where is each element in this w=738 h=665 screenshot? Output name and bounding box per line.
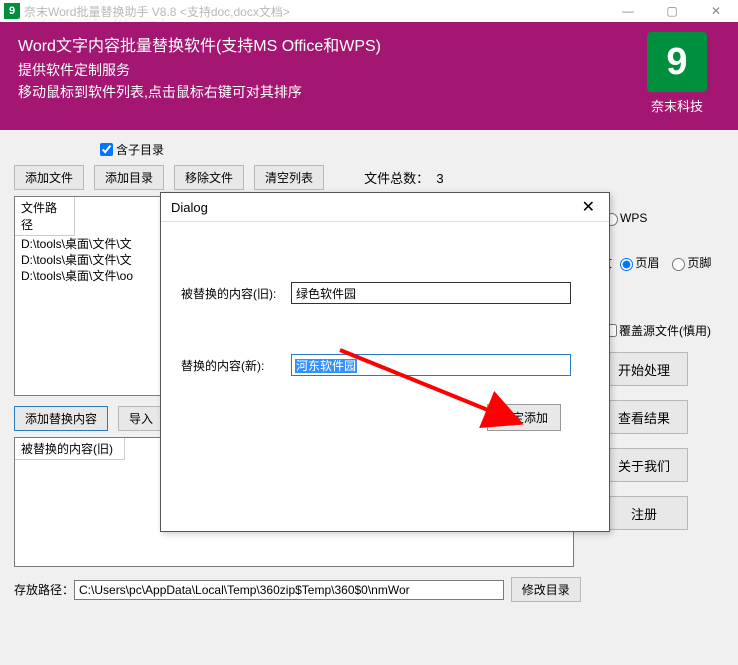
- include-subdir-label: 含子目录: [116, 141, 164, 158]
- replace-table-header: 被替换的内容(旧): [15, 438, 125, 460]
- new-content-label: 替换的内容(新):: [181, 357, 291, 374]
- clear-list-button[interactable]: 清空列表: [254, 165, 324, 190]
- dialog-title: Dialog: [171, 200, 208, 215]
- dialog-title-bar: Dialog ✕: [161, 193, 609, 222]
- add-replace-button[interactable]: 添加替换内容: [14, 406, 108, 431]
- register-button[interactable]: 注册: [600, 496, 688, 530]
- minimize-icon[interactable]: —: [606, 0, 650, 22]
- replace-dialog: Dialog ✕ 被替换的内容(旧): 替换的内容(新): 河东软件园 确定添加: [160, 192, 610, 532]
- new-content-input[interactable]: [291, 354, 571, 376]
- confirm-add-button[interactable]: 确定添加: [487, 404, 561, 431]
- header-banner: Word文字内容批量替换软件(支持MS Office和WPS) 提供软件定制服务…: [0, 22, 738, 130]
- include-subdir-checkbox[interactable]: 含子目录: [96, 140, 164, 159]
- import-button[interactable]: 导入: [118, 406, 164, 431]
- about-button[interactable]: 关于我们: [600, 448, 688, 482]
- footer-radio[interactable]: 页脚: [667, 254, 711, 271]
- brand-logo: 9 奈末科技: [638, 32, 716, 115]
- banner-line2: 提供软件定制服务: [18, 60, 722, 80]
- brand-logo-icon: 9: [647, 32, 707, 92]
- start-process-button[interactable]: 开始处理: [600, 352, 688, 386]
- view-result-button[interactable]: 查看结果: [600, 400, 688, 434]
- app-icon: 9: [4, 3, 20, 19]
- right-panel: WPS 文 页眉 页脚 覆盖源文件(慎用) 开始处理 查看结果 关于我们 注册: [600, 190, 720, 544]
- add-file-button[interactable]: 添加文件: [14, 165, 84, 190]
- include-subdir-input[interactable]: [100, 143, 113, 156]
- maximize-icon[interactable]: ▢: [650, 0, 694, 22]
- window-controls: — ▢ ✕: [606, 0, 738, 22]
- remove-file-button[interactable]: 移除文件: [174, 165, 244, 190]
- close-icon[interactable]: ✕: [694, 0, 738, 22]
- save-path-label: 存放路径：: [14, 581, 74, 598]
- brand-logo-text: 奈末科技: [638, 96, 716, 115]
- change-dir-button[interactable]: 修改目录: [511, 577, 581, 602]
- banner-line3: 移动鼠标到软件列表,点击鼠标右键可对其排序: [18, 82, 722, 102]
- file-list-header: 文件路径: [15, 197, 75, 236]
- window-title: 奈末Word批量替换助手 V8.8 <支持doc,docx文档>: [24, 3, 290, 20]
- old-content-input[interactable]: [291, 282, 571, 304]
- save-path-row: 存放路径： 修改目录: [14, 577, 724, 602]
- dialog-close-icon[interactable]: ✕: [576, 197, 601, 217]
- save-path-input[interactable]: [74, 580, 504, 600]
- file-count-label: 文件总数： 3: [364, 168, 443, 187]
- window-title-bar: 9 奈末Word批量替换助手 V8.8 <支持doc,docx文档> — ▢ ✕: [0, 0, 738, 22]
- old-content-label: 被替换的内容(旧):: [181, 285, 291, 302]
- add-dir-button[interactable]: 添加目录: [94, 165, 164, 190]
- banner-line1: Word文字内容批量替换软件(支持MS Office和WPS): [18, 32, 722, 56]
- overwrite-checkbox[interactable]: 覆盖源文件(慎用): [600, 321, 711, 340]
- header-radio[interactable]: 页眉: [615, 254, 659, 271]
